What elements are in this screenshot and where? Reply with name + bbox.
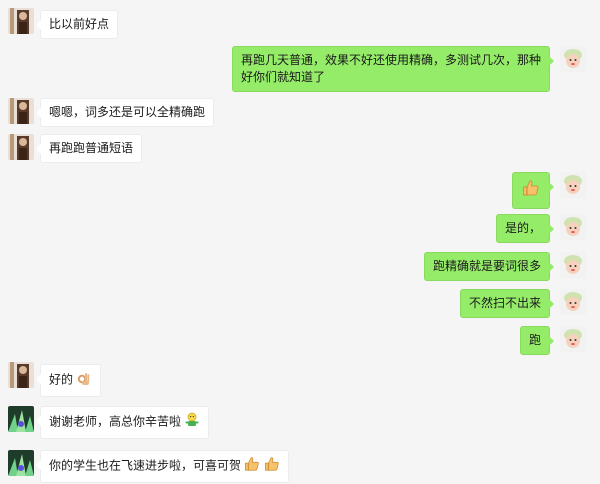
baby-avatar[interactable] (560, 214, 586, 240)
teacher-avatar[interactable] (8, 362, 34, 388)
message-bubble[interactable]: 跑 (519, 326, 555, 355)
stage-avatar[interactable] (8, 406, 34, 432)
thumbs-up-icon (264, 456, 280, 477)
baby-avatar[interactable] (560, 172, 586, 198)
message-bubble[interactable]: 是的， (495, 214, 555, 243)
message-text: 谢谢老师，高总你辛苦啦 (49, 414, 182, 429)
teacher-avatar[interactable] (8, 98, 34, 124)
baby-avatar[interactable] (560, 252, 586, 278)
thumbs-up-icon (522, 179, 540, 202)
message-text: 嗯嗯，词多还是可以全精确跑 (49, 105, 206, 119)
teacher-avatar[interactable] (8, 8, 34, 34)
stage-avatar[interactable] (8, 450, 34, 476)
message-bubble[interactable]: 再跑几天普通，效果不好还使用精确，多测试几次，那种好你们就知道了 (232, 46, 554, 92)
message-bubble[interactable]: 再跑跑普通短语 (35, 134, 143, 163)
hardworking-figure-icon (184, 412, 200, 433)
message-text: 不然扫不出来 (468, 296, 541, 310)
message-text: 好的 (49, 372, 74, 387)
baby-avatar[interactable] (560, 46, 586, 72)
message-bubble[interactable]: 不然扫不出来 (459, 289, 555, 318)
ok-hand-icon (76, 370, 92, 391)
message-bubble[interactable] (512, 172, 554, 209)
message-bubble[interactable]: 嗯嗯，词多还是可以全精确跑 (35, 98, 215, 127)
baby-avatar[interactable] (560, 326, 586, 352)
message-text: 再跑跑普通短语 (49, 141, 134, 155)
chat-window: 比以前好点 再跑几天普通，效果不好还使用精确，多测试几次，那种好你们就知道了 嗯… (0, 0, 600, 484)
thumbs-up-icon (244, 456, 260, 477)
message-bubble[interactable]: 好的 (35, 364, 102, 397)
message-bubble[interactable]: 跑精确就是要词很多 (423, 252, 555, 281)
message-bubble[interactable]: 谢谢老师，高总你辛苦啦 (35, 406, 210, 439)
message-text: 跑 (528, 333, 541, 347)
teacher-avatar[interactable] (8, 134, 34, 160)
message-text: 跑精确就是要词很多 (432, 259, 541, 273)
message-text: 比以前好点 (49, 17, 110, 31)
message-text: 再跑几天普通，效果不好还使用精确，多测试几次，那种好你们就知道了 (241, 53, 542, 84)
baby-avatar[interactable] (560, 289, 586, 315)
message-text: 你的学生也在飞速进步啦，可喜可贺 (49, 458, 242, 473)
message-bubble[interactable]: 比以前好点 (35, 10, 119, 39)
message-text: 是的， (504, 221, 541, 235)
message-bubble[interactable]: 你的学生也在飞速进步啦，可喜可贺 (36, 450, 289, 483)
